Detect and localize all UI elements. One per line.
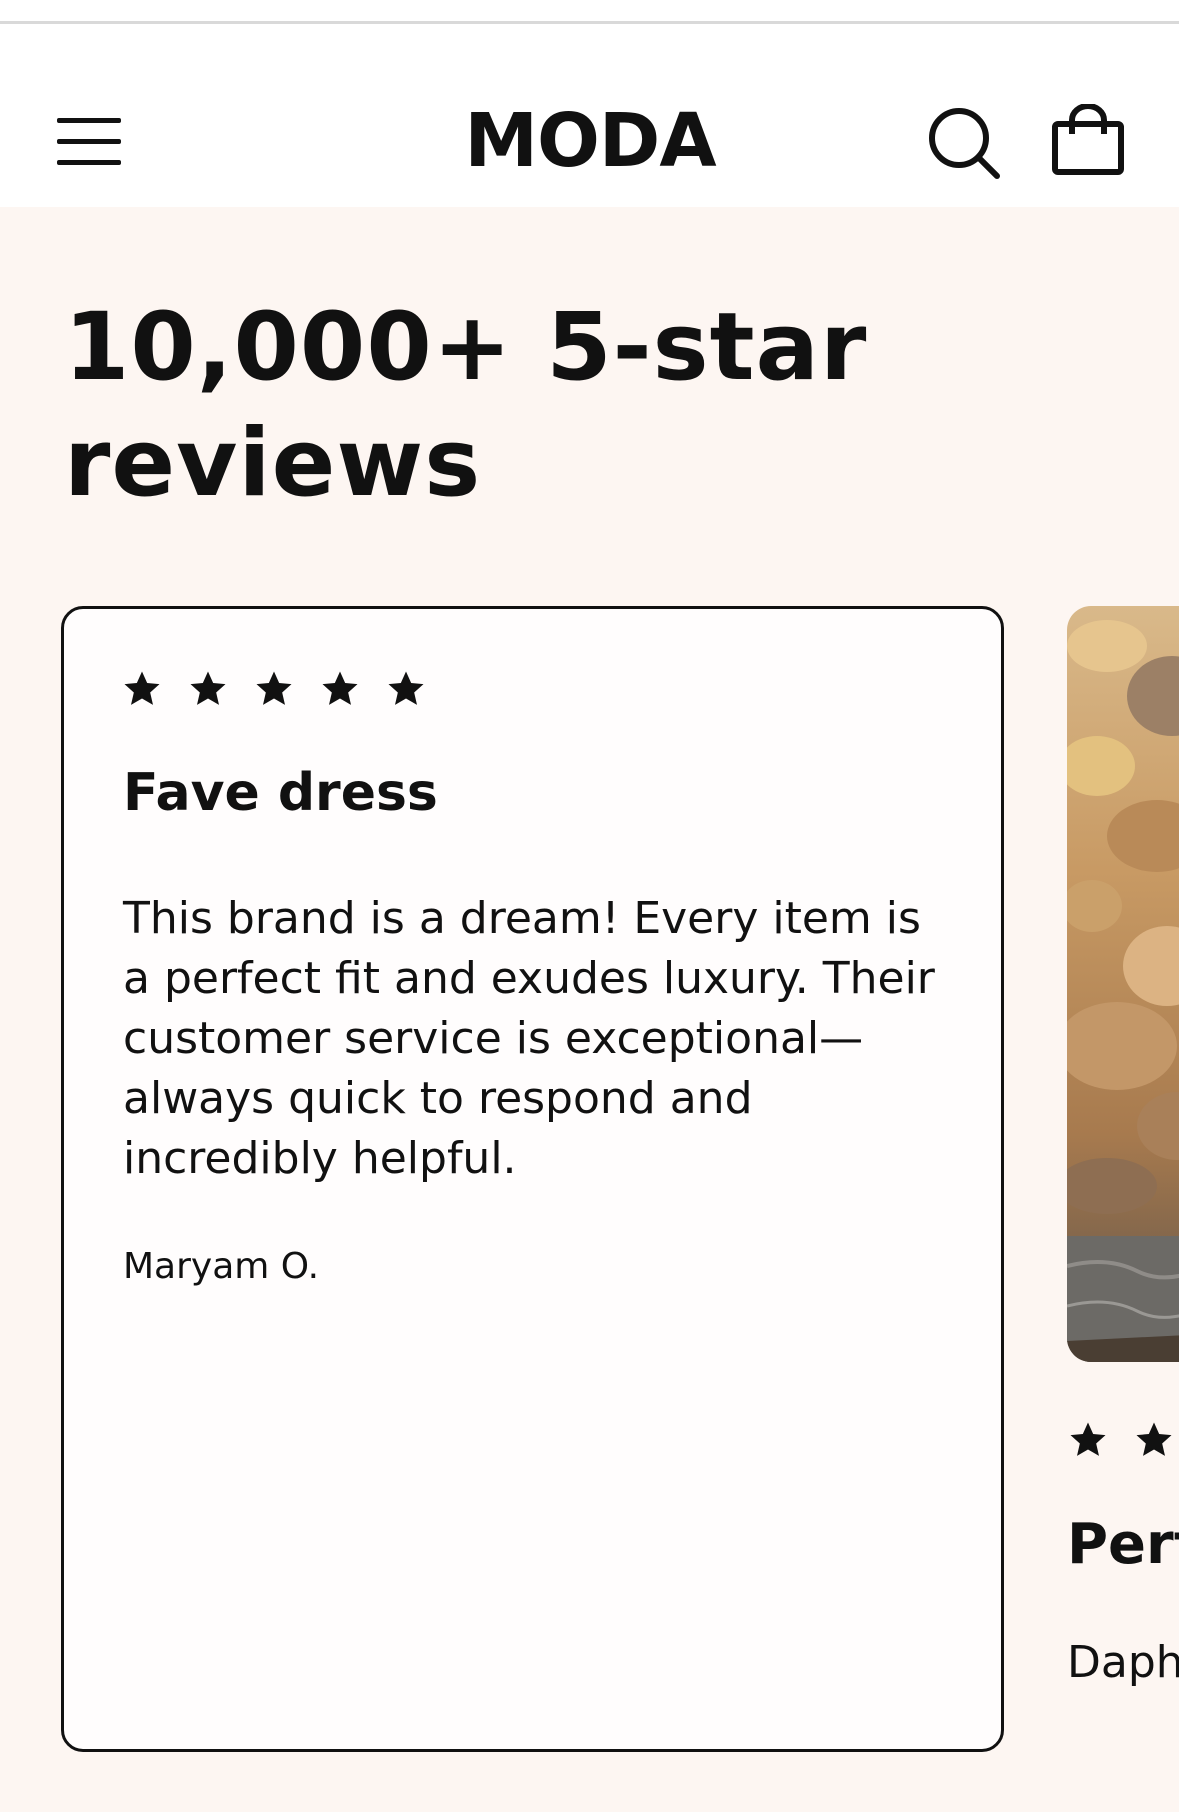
beach-rocks-photo — [1067, 606, 1179, 1362]
star-icon — [1070, 1422, 1106, 1456]
review-author: Daph — [1067, 1637, 1179, 1688]
star-icon — [190, 671, 226, 705]
review-card: Fave dress This brand is a dream! Every … — [61, 606, 1004, 1752]
review-author: Maryam O. — [123, 1246, 320, 1287]
review-photo[interactable] — [1067, 606, 1179, 1362]
star-icon — [1136, 1422, 1172, 1456]
review-body: This brand is a dream! Every item is a p… — [123, 893, 935, 1184]
star-icon — [124, 671, 160, 705]
star-rating — [122, 669, 426, 717]
star-icon — [388, 671, 424, 705]
shopping-bag-icon[interactable] — [1050, 104, 1126, 176]
site-header: MODA — [0, 24, 1179, 207]
star-icon — [256, 671, 292, 705]
next-review-card-partial: Perf Daph — [1020, 1400, 1179, 1812]
reviews-section-title: 10,000+ 5-star reviews — [64, 293, 868, 518]
status-bar-strip — [0, 0, 1179, 24]
review-title: Perf — [1067, 1512, 1179, 1577]
search-icon[interactable] — [927, 106, 1001, 180]
star-rating — [1068, 1420, 1174, 1460]
star-icon — [322, 671, 358, 705]
brand-logo[interactable]: MODA — [420, 98, 760, 184]
hamburger-menu-icon[interactable] — [57, 118, 123, 166]
review-title: Fave dress — [123, 763, 438, 823]
